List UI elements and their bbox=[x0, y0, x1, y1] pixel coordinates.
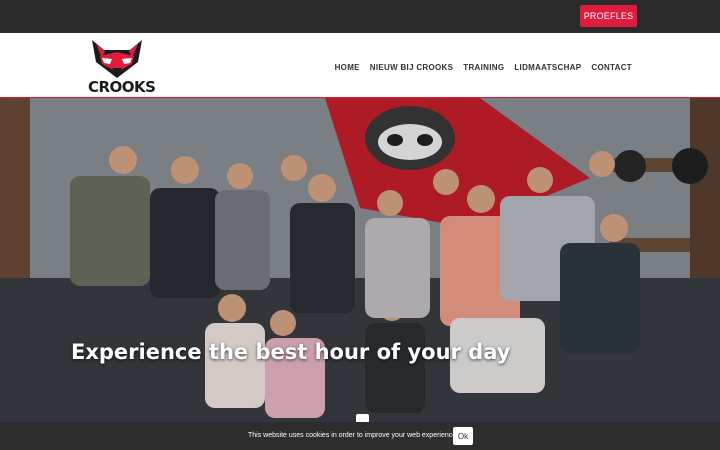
nav-item-contact[interactable]: CONTACT bbox=[591, 63, 632, 72]
nav-item-home[interactable]: HOME bbox=[335, 63, 360, 72]
nav-item-training[interactable]: TRAINING bbox=[463, 63, 504, 72]
hero-section: Experience the best hour of your day bbox=[0, 98, 720, 423]
nav-item-membership[interactable]: LIDMAATSCHAP bbox=[514, 63, 581, 72]
raccoon-logo-icon bbox=[92, 40, 142, 78]
cookie-banner: This website uses cookies in order to im… bbox=[0, 422, 720, 450]
hero-headline: Experience the best hour of your day bbox=[71, 340, 511, 364]
trial-lesson-button[interactable]: PROEFLES bbox=[580, 5, 637, 27]
logo-wordmark: CROOKS bbox=[88, 78, 156, 96]
hero-group-photo bbox=[0, 98, 720, 423]
cookie-message: This website uses cookies in order to im… bbox=[248, 432, 459, 439]
site-header: CROOKS HOME NIEUW BIJ CROOKS TRAINING LI… bbox=[0, 33, 720, 98]
top-bar: PROEFLES bbox=[0, 0, 720, 33]
nav-item-new-at-crooks[interactable]: NIEUW BIJ CROOKS bbox=[370, 63, 453, 72]
crooks-logo[interactable]: CROOKS bbox=[88, 38, 156, 96]
cookie-ok-button[interactable]: Ok bbox=[453, 427, 473, 445]
main-nav: HOME NIEUW BIJ CROOKS TRAINING LIDMAATSC… bbox=[335, 63, 632, 72]
